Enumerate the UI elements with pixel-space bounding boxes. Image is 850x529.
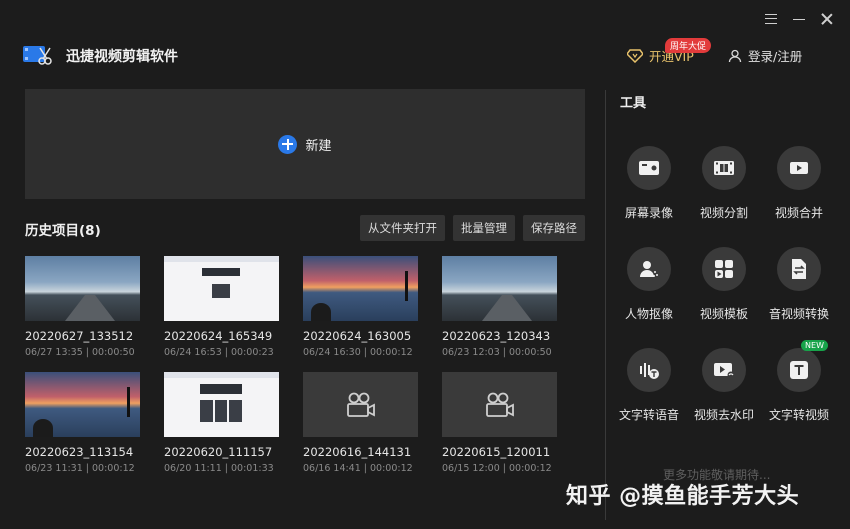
project-name: 20220624_163005	[303, 329, 412, 343]
tool-label: 文字转视频	[768, 408, 829, 422]
project-thumbnail	[303, 372, 418, 437]
video-camera-icon	[346, 392, 375, 417]
close-icon[interactable]	[820, 12, 834, 26]
project-name: 20220623_113154	[25, 445, 134, 459]
tools-title: 工具	[620, 96, 647, 111]
project-meta: 06/27 13:35 | 00:00:50	[25, 347, 135, 358]
project-card[interactable]: 20220616_144131 06/16 14:41 | 00:00:12	[303, 372, 418, 474]
tool-remove-watermark[interactable]: 视频去水印	[687, 348, 761, 423]
tool-av-convert[interactable]: 音视频转换	[762, 247, 836, 322]
tools-grid: 屏幕录像 视频分割 视频合并 人物抠像 视频模板 音视频转换 文字转语音 视频去…	[612, 146, 836, 423]
menu-icon[interactable]	[764, 12, 778, 26]
video-camera-icon	[485, 392, 514, 417]
project-name: 20220623_120343	[442, 329, 551, 343]
video-merge-icon	[790, 162, 808, 174]
tool-label: 视频分割	[699, 206, 748, 220]
project-meta: 06/20 11:11 | 00:01:33	[164, 463, 274, 474]
project-meta: 06/24 16:53 | 00:00:23	[164, 347, 274, 358]
login-label: 登录/注册	[748, 49, 803, 64]
remove-watermark-icon	[714, 363, 735, 379]
person-cutout-icon	[640, 261, 658, 277]
promo-badge: 周年大促	[665, 38, 712, 53]
app-title: 迅捷视频剪辑软件	[66, 49, 178, 65]
project-card[interactable]: 20220615_120011 06/15 12:00 | 00:00:12	[442, 372, 557, 474]
template-icon	[715, 260, 733, 278]
tool-text-to-video[interactable]: NEW 文字转视频	[762, 340, 836, 423]
history-grid: 20220627_133512 06/27 13:35 | 00:00:50 2…	[25, 256, 557, 474]
project-meta: 06/24 16:30 | 00:00:12	[303, 347, 413, 358]
project-card[interactable]: 20220624_163005 06/24 16:30 | 00:00:12	[303, 256, 418, 358]
minimize-icon[interactable]	[792, 12, 806, 26]
project-thumbnail	[442, 372, 557, 437]
project-card[interactable]: 20220627_133512 06/27 13:35 | 00:00:50	[25, 256, 140, 358]
new-project-button[interactable]: 新建	[25, 89, 585, 199]
plus-icon	[278, 134, 298, 154]
project-name: 20220615_120011	[442, 445, 551, 459]
project-thumbnail	[25, 256, 140, 321]
tool-text-to-speech[interactable]: 文字转语音	[612, 348, 686, 423]
project-card[interactable]: 20220620_111157 06/20 11:11 | 00:01:33	[164, 372, 279, 474]
tool-label: 人物抠像	[624, 307, 673, 321]
convert-icon	[792, 259, 806, 279]
project-card[interactable]: 20220623_113154 06/23 11:31 | 00:00:12	[25, 372, 140, 474]
project-card[interactable]: 20220623_120343 06/23 12:03 | 00:00:50	[442, 256, 557, 358]
tool-label: 视频模板	[699, 307, 748, 321]
app-logo-icon	[23, 46, 52, 65]
text-to-speech-icon	[640, 363, 659, 379]
project-meta: 06/16 14:41 | 00:00:12	[303, 463, 413, 474]
diamond-icon	[627, 48, 643, 63]
history-actions: 从文件夹打开 批量管理 保存路径	[360, 215, 585, 241]
project-meta: 06/23 12:03 | 00:00:50	[442, 347, 552, 358]
login-button[interactable]: 登录/注册	[728, 46, 802, 65]
project-thumbnail	[25, 372, 140, 437]
tool-label: 音视频转换	[768, 307, 829, 321]
project-name: 20220620_111157	[164, 445, 273, 459]
watermark-text: 知乎 @摸鱼能手芳大头	[566, 484, 800, 509]
film-split-icon	[714, 161, 734, 175]
project-thumbnail	[164, 372, 279, 437]
tool-label: 视频去水印	[693, 408, 754, 422]
tool-person-cutout[interactable]: 人物抠像	[612, 247, 686, 322]
tool-video-split[interactable]: 视频分割	[687, 146, 761, 221]
text-to-video-icon	[790, 361, 808, 379]
window-controls	[764, 12, 834, 26]
project-thumbnail	[442, 256, 557, 321]
tool-video-template[interactable]: 视频模板	[687, 247, 761, 322]
panel-divider	[605, 90, 606, 520]
camera-icon	[639, 161, 659, 175]
project-meta: 06/23 11:31 | 00:00:12	[25, 463, 135, 474]
open-from-folder-button[interactable]: 从文件夹打开	[360, 215, 445, 241]
tool-screen-record[interactable]: 屏幕录像	[612, 146, 686, 221]
project-thumbnail	[164, 256, 279, 321]
project-card[interactable]: 20220624_165349 06/24 16:53 | 00:00:23	[164, 256, 279, 358]
tool-label: 文字转语音	[618, 408, 679, 422]
project-thumbnail	[303, 256, 418, 321]
project-name: 20220616_144131	[303, 445, 412, 459]
project-name: 20220624_165349	[164, 329, 273, 343]
new-project-label: 新建	[305, 138, 332, 154]
history-title: 历史项目(8)	[25, 223, 101, 239]
tool-video-merge[interactable]: 视频合并	[762, 146, 836, 221]
tool-label: 视频合并	[774, 206, 823, 220]
project-meta: 06/15 12:00 | 00:00:12	[442, 463, 552, 474]
batch-manage-button[interactable]: 批量管理	[453, 215, 515, 241]
new-badge: NEW	[801, 340, 828, 351]
save-path-button[interactable]: 保存路径	[523, 215, 585, 241]
user-icon	[728, 49, 742, 62]
project-name: 20220627_133512	[25, 329, 134, 343]
tool-label: 屏幕录像	[624, 206, 673, 220]
